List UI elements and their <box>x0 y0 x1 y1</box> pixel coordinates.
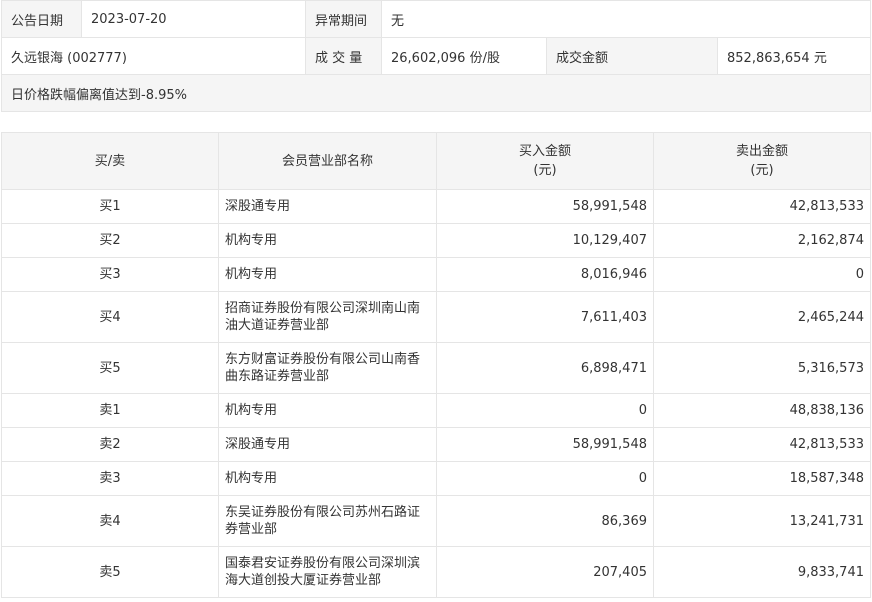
volume-label: 成 交 量 <box>305 37 382 75</box>
side-cell: 买4 <box>1 291 219 343</box>
buy-amount-header: 买入金额 (元) <box>436 132 654 190</box>
buy-amount-cell: 6,898,471 <box>436 342 654 394</box>
sell-amount-cell: 13,241,731 <box>653 495 871 547</box>
table-row: 买5 东方财富证券股份有限公司山南香曲东路证券营业部 6,898,471 5,3… <box>1 342 871 394</box>
buy-amount-cell: 0 <box>436 393 654 428</box>
side-cell: 卖4 <box>1 495 219 547</box>
table-row: 买1 深股通专用 58,991,548 42,813,533 <box>1 189 871 224</box>
side-cell: 卖5 <box>1 546 219 598</box>
side-cell: 卖1 <box>1 393 219 428</box>
table-header-row: 买/卖 会员营业部名称 买入金额 (元) 卖出金额 (元) <box>1 132 871 190</box>
side-cell: 买5 <box>1 342 219 394</box>
side-cell: 卖3 <box>1 461 219 496</box>
turnover-value: 852,863,654 元 <box>717 37 871 75</box>
branch-name-cell: 机构专用 <box>218 257 437 292</box>
buy-amount-cell: 7,611,403 <box>436 291 654 343</box>
announcement-info-table: 公告日期 2023-07-20 异常期间 无 久远银海 (002777) 成 交… <box>1 0 871 112</box>
branch-name-cell: 深股通专用 <box>218 427 437 462</box>
buy-amount-header-unit: (元) <box>533 163 557 178</box>
table-row: 买3 机构专用 8,016,946 0 <box>1 257 871 292</box>
sell-amount-cell: 0 <box>653 257 871 292</box>
sell-amount-cell: 48,838,136 <box>653 393 871 428</box>
buy-amount-cell: 58,991,548 <box>436 189 654 224</box>
info-row-trade: 久远银海 (002777) 成 交 量 26,602,096 份/股 成交金额 … <box>1 37 871 75</box>
branch-name-cell: 机构专用 <box>218 461 437 496</box>
stock-name: 久远银海 (002777) <box>1 37 306 75</box>
table-row: 买4 招商证券股份有限公司深圳南山南油大道证券营业部 7,611,403 2,4… <box>1 291 871 343</box>
table-row: 卖1 机构专用 0 48,838,136 <box>1 393 871 428</box>
branch-name-cell: 国泰君安证券股份有限公司深圳滨海大道创投大厦证券营业部 <box>218 546 437 598</box>
buy-amount-cell: 8,016,946 <box>436 257 654 292</box>
listing-reason: 日价格跌幅偏离值达到-8.95% <box>1 74 871 112</box>
turnover-label: 成交金额 <box>546 37 718 75</box>
announcement-date-label: 公告日期 <box>1 0 82 38</box>
side-cell: 卖2 <box>1 427 219 462</box>
buy-amount-cell: 10,129,407 <box>436 223 654 258</box>
branch-name-cell: 招商证券股份有限公司深圳南山南油大道证券营业部 <box>218 291 437 343</box>
sell-amount-cell: 2,162,874 <box>653 223 871 258</box>
info-row-reason: 日价格跌幅偏离值达到-8.95% <box>1 74 871 112</box>
side-cell: 买2 <box>1 223 219 258</box>
table-row: 卖4 东吴证券股份有限公司苏州石路证券营业部 86,369 13,241,731 <box>1 495 871 547</box>
table-row: 卖2 深股通专用 58,991,548 42,813,533 <box>1 427 871 462</box>
trading-seats-table: 买/卖 会员营业部名称 买入金额 (元) 卖出金额 (元) 买1 深股通专用 5… <box>1 132 871 598</box>
volume-value: 26,602,096 份/股 <box>381 37 547 75</box>
table-row: 卖5 国泰君安证券股份有限公司深圳滨海大道创投大厦证券营业部 207,405 9… <box>1 546 871 598</box>
sell-amount-cell: 42,813,533 <box>653 189 871 224</box>
sell-amount-cell: 2,465,244 <box>653 291 871 343</box>
abnormal-period-label: 异常期间 <box>305 0 382 38</box>
side-cell: 买1 <box>1 189 219 224</box>
buy-amount-cell: 207,405 <box>436 546 654 598</box>
buy-amount-cell: 0 <box>436 461 654 496</box>
sell-amount-header-unit: (元) <box>750 163 774 178</box>
branch-name-cell: 东方财富证券股份有限公司山南香曲东路证券营业部 <box>218 342 437 394</box>
side-cell: 买3 <box>1 257 219 292</box>
sell-amount-cell: 9,833,741 <box>653 546 871 598</box>
sell-amount-cell: 18,587,348 <box>653 461 871 496</box>
buy-amount-cell: 86,369 <box>436 495 654 547</box>
sell-amount-cell: 42,813,533 <box>653 427 871 462</box>
branch-name-cell: 深股通专用 <box>218 189 437 224</box>
branch-name-cell: 东吴证券股份有限公司苏州石路证券营业部 <box>218 495 437 547</box>
branch-name-cell: 机构专用 <box>218 223 437 258</box>
info-row-date: 公告日期 2023-07-20 异常期间 无 <box>1 0 871 38</box>
sell-amount-header: 卖出金额 (元) <box>653 132 871 190</box>
table-row: 卖3 机构专用 0 18,587,348 <box>1 461 871 496</box>
buy-amount-cell: 58,991,548 <box>436 427 654 462</box>
buy-amount-header-label: 买入金额 <box>518 144 571 159</box>
side-header: 买/卖 <box>1 132 219 190</box>
branch-name-cell: 机构专用 <box>218 393 437 428</box>
announcement-date-value: 2023-07-20 <box>81 0 306 38</box>
table-row: 买2 机构专用 10,129,407 2,162,874 <box>1 223 871 258</box>
sell-amount-cell: 5,316,573 <box>653 342 871 394</box>
branch-name-header: 会员营业部名称 <box>218 132 437 190</box>
sell-amount-header-label: 卖出金额 <box>735 144 788 159</box>
abnormal-period-value: 无 <box>381 0 871 38</box>
